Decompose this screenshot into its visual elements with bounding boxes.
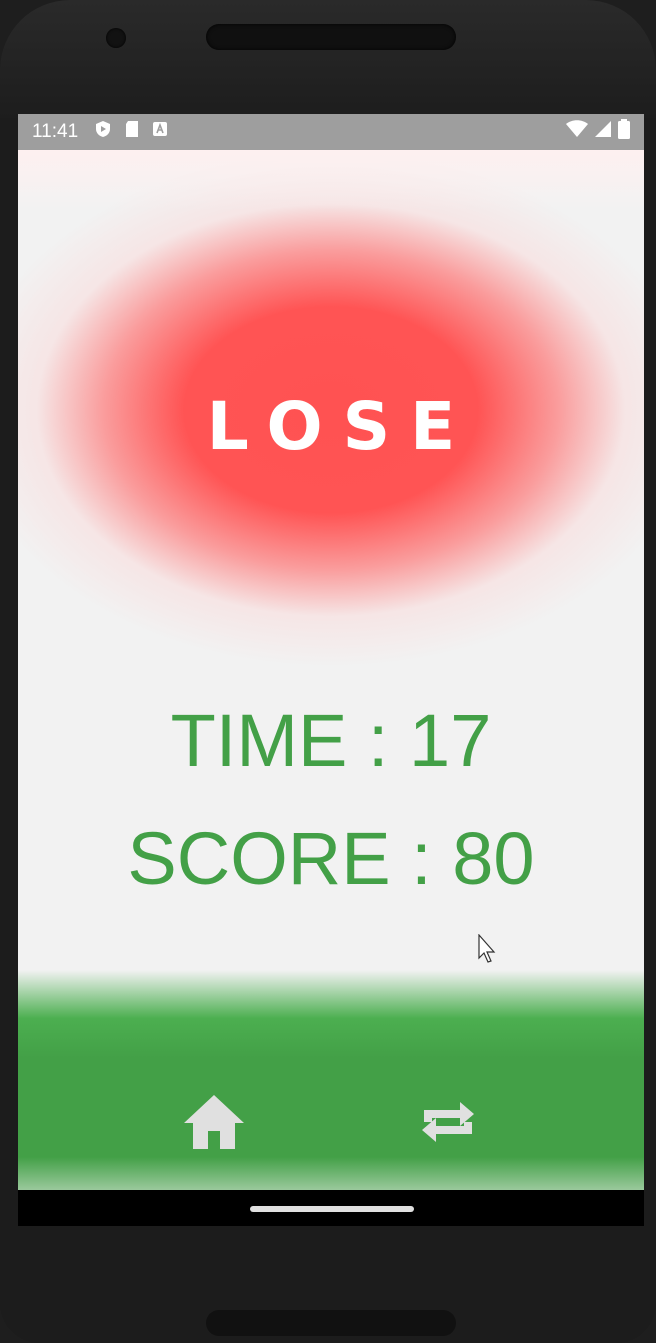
gesture-home-pill[interactable] xyxy=(250,1206,414,1212)
home-button[interactable] xyxy=(174,1084,254,1164)
result-title: LOSE xyxy=(206,388,476,465)
bottom-action-bar xyxy=(18,970,644,1190)
repeat-icon xyxy=(416,1090,480,1159)
device-top-bezel xyxy=(0,0,656,118)
score-stat: SCORE : 80 xyxy=(127,817,535,900)
replay-button[interactable] xyxy=(408,1084,488,1164)
game-result-screen: LOSE TIME : 17 SCORE : 80 xyxy=(18,130,644,1190)
bottom-speaker xyxy=(206,1310,456,1336)
time-stat: TIME : 17 xyxy=(170,699,492,782)
system-navigation-bar xyxy=(18,1190,644,1226)
front-camera xyxy=(106,28,126,48)
earpiece-speaker xyxy=(206,24,456,50)
top-fade xyxy=(18,150,644,210)
home-icon xyxy=(182,1093,246,1156)
phone-device-frame: 11:41 xyxy=(0,0,656,1343)
mouse-cursor-icon xyxy=(478,933,498,964)
phone-screen: 11:41 xyxy=(18,114,644,1226)
